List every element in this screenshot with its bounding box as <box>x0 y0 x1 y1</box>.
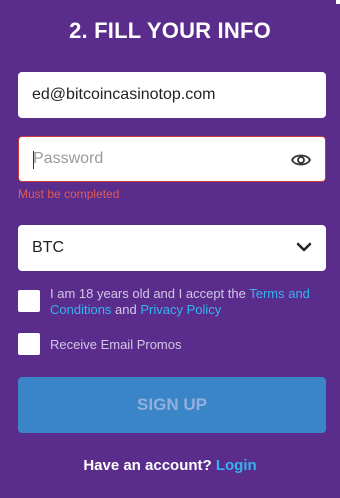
terms-text: I am 18 years old and I accept the <box>50 286 250 301</box>
password-field-container <box>18 136 326 182</box>
email-field[interactable] <box>18 72 326 118</box>
signup-button[interactable]: SIGN UP <box>18 377 326 433</box>
chevron-down-icon <box>296 242 312 252</box>
currency-selected-value: BTC <box>32 239 64 256</box>
terms-and-text: and <box>111 302 141 317</box>
currency-select[interactable]: BTC <box>18 225 326 271</box>
promo-checkbox[interactable] <box>18 333 40 355</box>
privacy-link[interactable]: Privacy Policy <box>140 302 221 317</box>
corner-mark <box>336 0 340 4</box>
email-field-container <box>18 72 326 118</box>
account-line: Have an account? Login <box>0 457 340 474</box>
promo-label: Receive Email Promos <box>50 337 182 352</box>
text-caret <box>33 151 34 169</box>
terms-label: I am 18 years old and I accept the Terms… <box>50 286 326 318</box>
login-link[interactable]: Login <box>216 457 257 474</box>
account-prompt: Have an account? <box>83 457 212 474</box>
password-error: Must be completed <box>18 187 120 201</box>
eye-icon[interactable] <box>291 151 311 169</box>
step-heading: 2. FILL YOUR INFO <box>69 18 271 43</box>
password-field[interactable] <box>19 137 325 181</box>
terms-checkbox[interactable] <box>18 290 40 312</box>
